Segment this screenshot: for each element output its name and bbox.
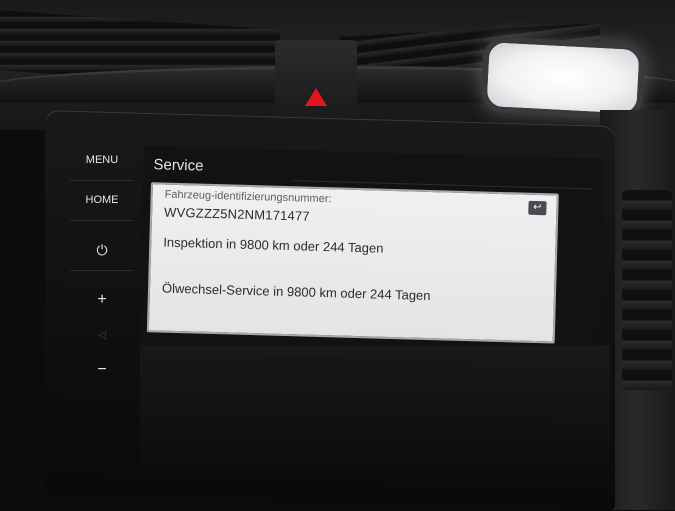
hazard-warning-icon[interactable] [305,88,327,106]
vin-value: WVGZZZ5N2NM171477 [163,204,311,224]
inspection-due: Inspektion in 9800 km oder 244 Tagen [163,234,384,256]
volume-up-button[interactable]: + [70,280,134,320]
rear-window-light [480,35,646,121]
menu-button[interactable]: MENU [70,140,134,181]
car-interior-photo: MENU HOME ⏻ + ◁ − Service ↩ Fahrzeug-ide… [0,0,675,511]
service-info-card: ↩ Fahrzeug-identifizierungsnummer: WVGZZ… [146,182,559,344]
page-title: Service [153,156,204,175]
lower-bezel-shade [140,345,610,485]
oil-service-due: Ölwechsel-Service in 9800 km oder 244 Ta… [161,280,431,304]
volume-down-button[interactable]: − [70,350,134,390]
vin-label: Fahrzeug-identifizierungsnummer: [164,188,332,206]
back-icon[interactable]: ↩ [528,200,547,216]
side-vent [622,190,672,390]
power-icon[interactable]: ⏻ [70,230,134,271]
hardware-button-column: MENU HOME ⏻ + ◁ − [70,140,134,390]
home-button[interactable]: HOME [70,180,134,221]
infotainment-display: Service ↩ Fahrzeug-identifizierungsnumme… [138,146,604,364]
hazard-switch[interactable] [275,40,357,120]
mute-icon[interactable]: ◁ [70,315,134,355]
